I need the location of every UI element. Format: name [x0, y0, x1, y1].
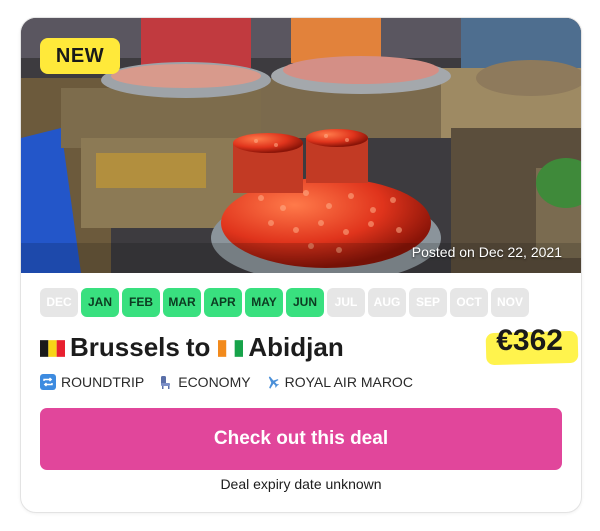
trip-type-label: ROUNDTRIP — [61, 374, 145, 390]
ivory-coast-flag-icon — [218, 339, 244, 357]
posted-date: Posted on Dec 22, 2021 — [411, 244, 562, 260]
month-jul: JUL — [327, 288, 365, 317]
new-badge: NEW — [40, 38, 120, 74]
deal-details: ROUNDTRIP ECONOMY ROYAL AIR MAROC — [40, 374, 426, 390]
price: €362 — [496, 324, 563, 357]
month-oct: OCT — [450, 288, 488, 317]
deal-card[interactable]: NEW Posted on Dec 22, 2021 DEC JAN FEB M… — [20, 17, 582, 513]
month-feb: FEB — [122, 288, 160, 317]
airline-label: ROYAL AIR MAROC — [284, 374, 413, 390]
seat-icon — [161, 376, 171, 389]
origin-city: Brussels — [70, 331, 180, 362]
route-title: Brussels to Abidjan — [40, 330, 344, 364]
month-sep: SEP — [409, 288, 447, 317]
month-mar: MAR — [163, 288, 201, 317]
travel-months: DEC JAN FEB MAR APR MAY JUN JUL AUG SEP … — [40, 288, 529, 317]
belgium-flag-icon — [40, 339, 65, 357]
cabin-class-label: ECONOMY — [178, 374, 251, 390]
repeat-arrows-icon — [40, 374, 56, 390]
route-connector: to — [185, 331, 211, 362]
month-may: MAY — [245, 288, 283, 317]
month-dec: DEC — [40, 288, 78, 317]
month-apr: APR — [204, 288, 242, 317]
check-out-deal-button[interactable]: Check out this deal — [40, 408, 562, 470]
hero-image: NEW Posted on Dec 22, 2021 — [21, 18, 581, 273]
deal-expiry: Deal expiry date unknown — [220, 476, 382, 492]
month-jun: JUN — [286, 288, 324, 317]
month-nov: NOV — [491, 288, 529, 317]
airplane-icon — [268, 376, 279, 389]
month-aug: AUG — [368, 288, 406, 317]
airline: ROYAL AIR MAROC — [264, 374, 413, 390]
cabin-class: ECONOMY — [157, 374, 251, 390]
price-block: €362 — [485, 324, 579, 366]
destination-city: Abidjan — [248, 331, 344, 362]
trip-type: ROUNDTRIP — [40, 374, 144, 390]
month-jan: JAN — [81, 288, 119, 317]
